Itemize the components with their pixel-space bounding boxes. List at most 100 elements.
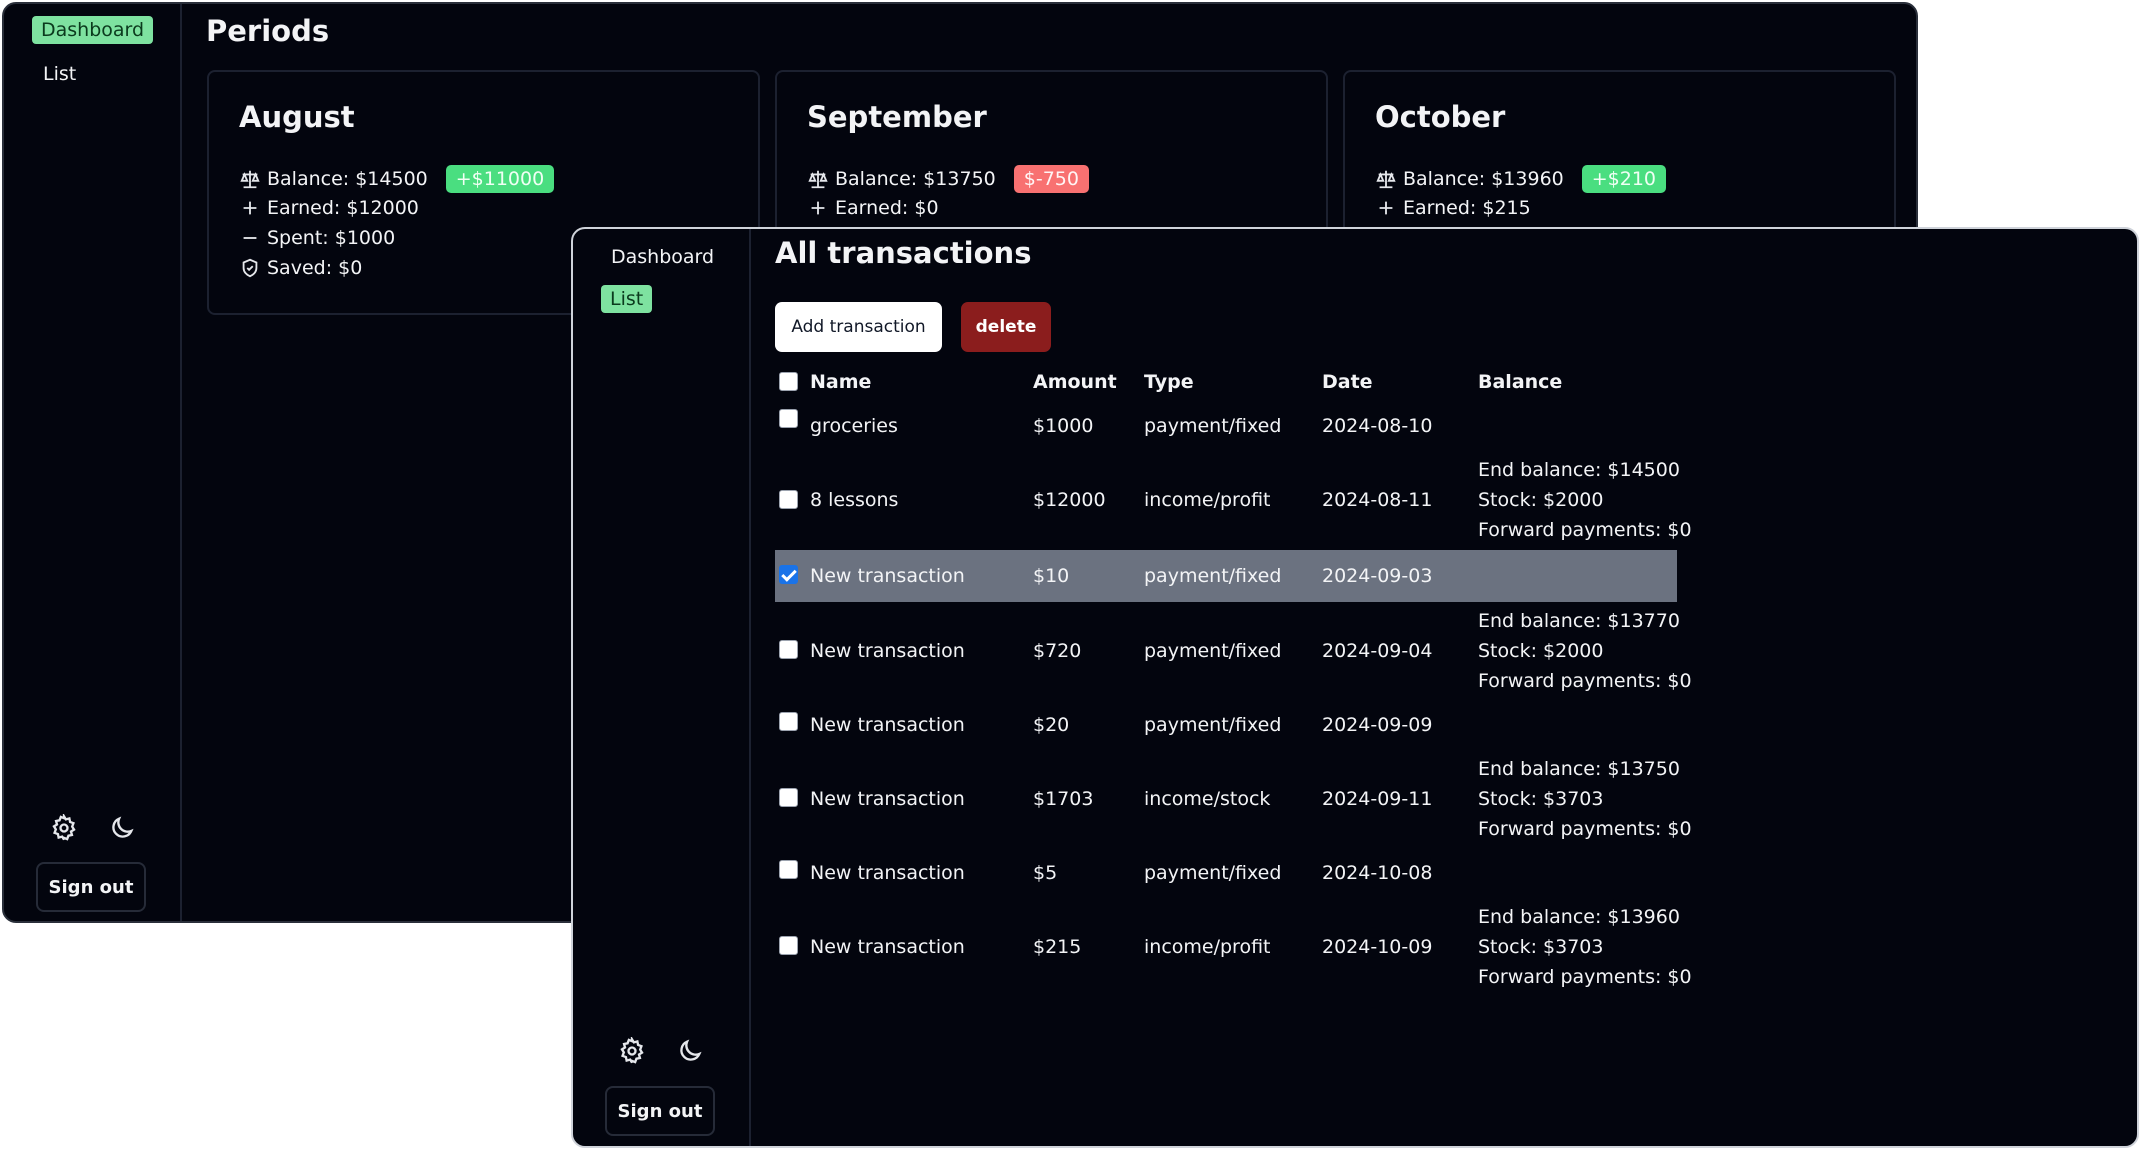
cell-date: 2024-09-03 (1322, 565, 1433, 587)
sign-out-button[interactable]: Sign out (36, 862, 146, 912)
cell-amount: $12000 (1033, 489, 1106, 511)
table-row[interactable]: New transaction $215 income/profit 2024-… (775, 898, 1692, 996)
row-checkbox[interactable] (779, 860, 798, 879)
cell-name: New transaction (810, 640, 965, 662)
table-row[interactable]: New transaction $1703 income/stock 2024-… (775, 750, 1692, 848)
balance-text: Balance: $14500 (267, 168, 428, 190)
row-checkbox[interactable] (779, 640, 798, 659)
sidebar-item-dashboard[interactable]: Dashboard (32, 16, 154, 44)
add-transaction-button[interactable]: Add transaction (775, 302, 942, 352)
moon-icon[interactable] (676, 1037, 704, 1069)
row-checkbox[interactable] (779, 565, 798, 584)
sidebar-item-list[interactable]: List (34, 60, 85, 88)
page-title: Periods (206, 14, 330, 48)
sidebar-icons (50, 812, 136, 846)
table-row[interactable]: New transaction $5 payment/fixed 2024-10… (775, 848, 1677, 898)
sidebar-item-dashboard[interactable]: Dashboard (602, 243, 723, 271)
forward-payments: Forward payments: $0 (1478, 966, 1692, 988)
earned-line: Earned: $12000 (239, 197, 419, 219)
cell-date: 2024-08-11 (1322, 489, 1433, 511)
balance-text: Balance: $13960 (1403, 168, 1564, 190)
cell-type: income/profit (1144, 936, 1271, 958)
period-month: October (1375, 100, 1506, 134)
end-balance: End balance: $13750 (1478, 758, 1680, 780)
balance-line: Balance: $13750 $-750 (807, 165, 1089, 193)
cell-type: payment/fixed (1144, 415, 1282, 437)
saved-text: Saved: $0 (267, 257, 363, 279)
earned-text: Earned: $12000 (267, 197, 419, 219)
minus-icon (243, 237, 257, 239)
sidebar-icons (618, 1035, 704, 1069)
scale-icon (240, 170, 260, 189)
cell-type: payment/fixed (1144, 565, 1282, 587)
cell-amount: $20 (1033, 714, 1070, 736)
header-amount: Amount (1033, 371, 1117, 393)
stock: Stock: $2000 (1478, 489, 1604, 511)
table-row[interactable]: New transaction $720 payment/fixed 2024-… (775, 602, 1692, 700)
scale-icon (808, 170, 828, 189)
gear-icon[interactable] (618, 1035, 646, 1069)
cell-amount: $5 (1033, 862, 1058, 884)
scale-icon (1376, 170, 1396, 189)
table-row[interactable]: groceries $1000 payment/fixed 2024-08-10 (775, 402, 1677, 450)
table-header: Name Amount Type Date Balance (775, 362, 1677, 402)
spent-line: Spent: $1000 (239, 227, 395, 249)
shield-icon (242, 258, 258, 278)
cell-balance: End balance: $13750 Stock: $3703 Forward… (1478, 750, 1692, 848)
earned-text: Earned: $0 (835, 197, 939, 219)
stock: Stock: $3703 (1478, 788, 1604, 810)
stock: Stock: $3703 (1478, 936, 1604, 958)
plus-icon (811, 201, 825, 215)
cell-balance: End balance: $14500 Stock: $2000 Forward… (1478, 450, 1692, 550)
cell-amount: $1703 (1033, 788, 1094, 810)
row-checkbox[interactable] (779, 712, 798, 731)
balance-delta-badge: $-750 (1013, 165, 1089, 193)
table-row[interactable]: New transaction $20 payment/fixed 2024-0… (775, 700, 1677, 750)
plus-icon (1379, 201, 1393, 215)
balance-line: Balance: $13960 +$210 (1375, 165, 1667, 193)
period-month: August (239, 100, 355, 134)
cell-type: payment/fixed (1144, 714, 1282, 736)
cell-name: New transaction (810, 788, 965, 810)
sidebar-item-list[interactable]: List (601, 285, 653, 313)
plus-icon (243, 201, 257, 215)
cell-date: 2024-08-10 (1322, 415, 1433, 437)
cell-type: payment/fixed (1144, 640, 1282, 662)
forward-payments: Forward payments: $0 (1478, 519, 1692, 541)
cell-date: 2024-10-09 (1322, 936, 1433, 958)
earned-line: Earned: $215 (1375, 197, 1531, 219)
cell-type: income/stock (1144, 788, 1271, 810)
earned-line: Earned: $0 (807, 197, 939, 219)
cell-date: 2024-09-09 (1322, 714, 1433, 736)
row-checkbox[interactable] (779, 409, 798, 428)
end-balance: End balance: $13770 (1478, 610, 1680, 632)
cell-name: New transaction (810, 565, 965, 587)
cell-balance: End balance: $13960 Stock: $3703 Forward… (1478, 898, 1692, 996)
select-all-checkbox[interactable] (779, 372, 798, 391)
delete-button[interactable]: delete (961, 302, 1051, 352)
cell-name: New transaction (810, 936, 965, 958)
transactions-window: Dashboard List Sign out All transactions… (571, 227, 2139, 1148)
table-row[interactable]: 8 lessons $12000 income/profit 2024-08-1… (775, 450, 1692, 550)
sign-out-button[interactable]: Sign out (605, 1086, 715, 1136)
cell-date: 2024-10-08 (1322, 862, 1433, 884)
cell-type: income/profit (1144, 489, 1271, 511)
balance-delta-badge: +$11000 (445, 165, 555, 193)
period-month: September (807, 100, 987, 134)
cell-type: payment/fixed (1144, 862, 1282, 884)
header-type: Type (1144, 371, 1194, 393)
cell-name: 8 lessons (810, 489, 899, 511)
row-checkbox[interactable] (779, 936, 798, 955)
table-row[interactable]: New transaction $10 payment/fixed 2024-0… (775, 550, 1677, 602)
header-balance: Balance (1478, 371, 1563, 393)
moon-icon[interactable] (108, 814, 136, 846)
cell-name: New transaction (810, 862, 965, 884)
cell-date: 2024-09-04 (1322, 640, 1433, 662)
sidebar: Dashboard List Sign out (4, 4, 182, 921)
forward-payments: Forward payments: $0 (1478, 818, 1692, 840)
row-checkbox[interactable] (779, 490, 798, 509)
gear-icon[interactable] (50, 812, 78, 846)
spent-text: Spent: $1000 (267, 227, 396, 249)
forward-payments: Forward payments: $0 (1478, 670, 1692, 692)
row-checkbox[interactable] (779, 788, 798, 807)
